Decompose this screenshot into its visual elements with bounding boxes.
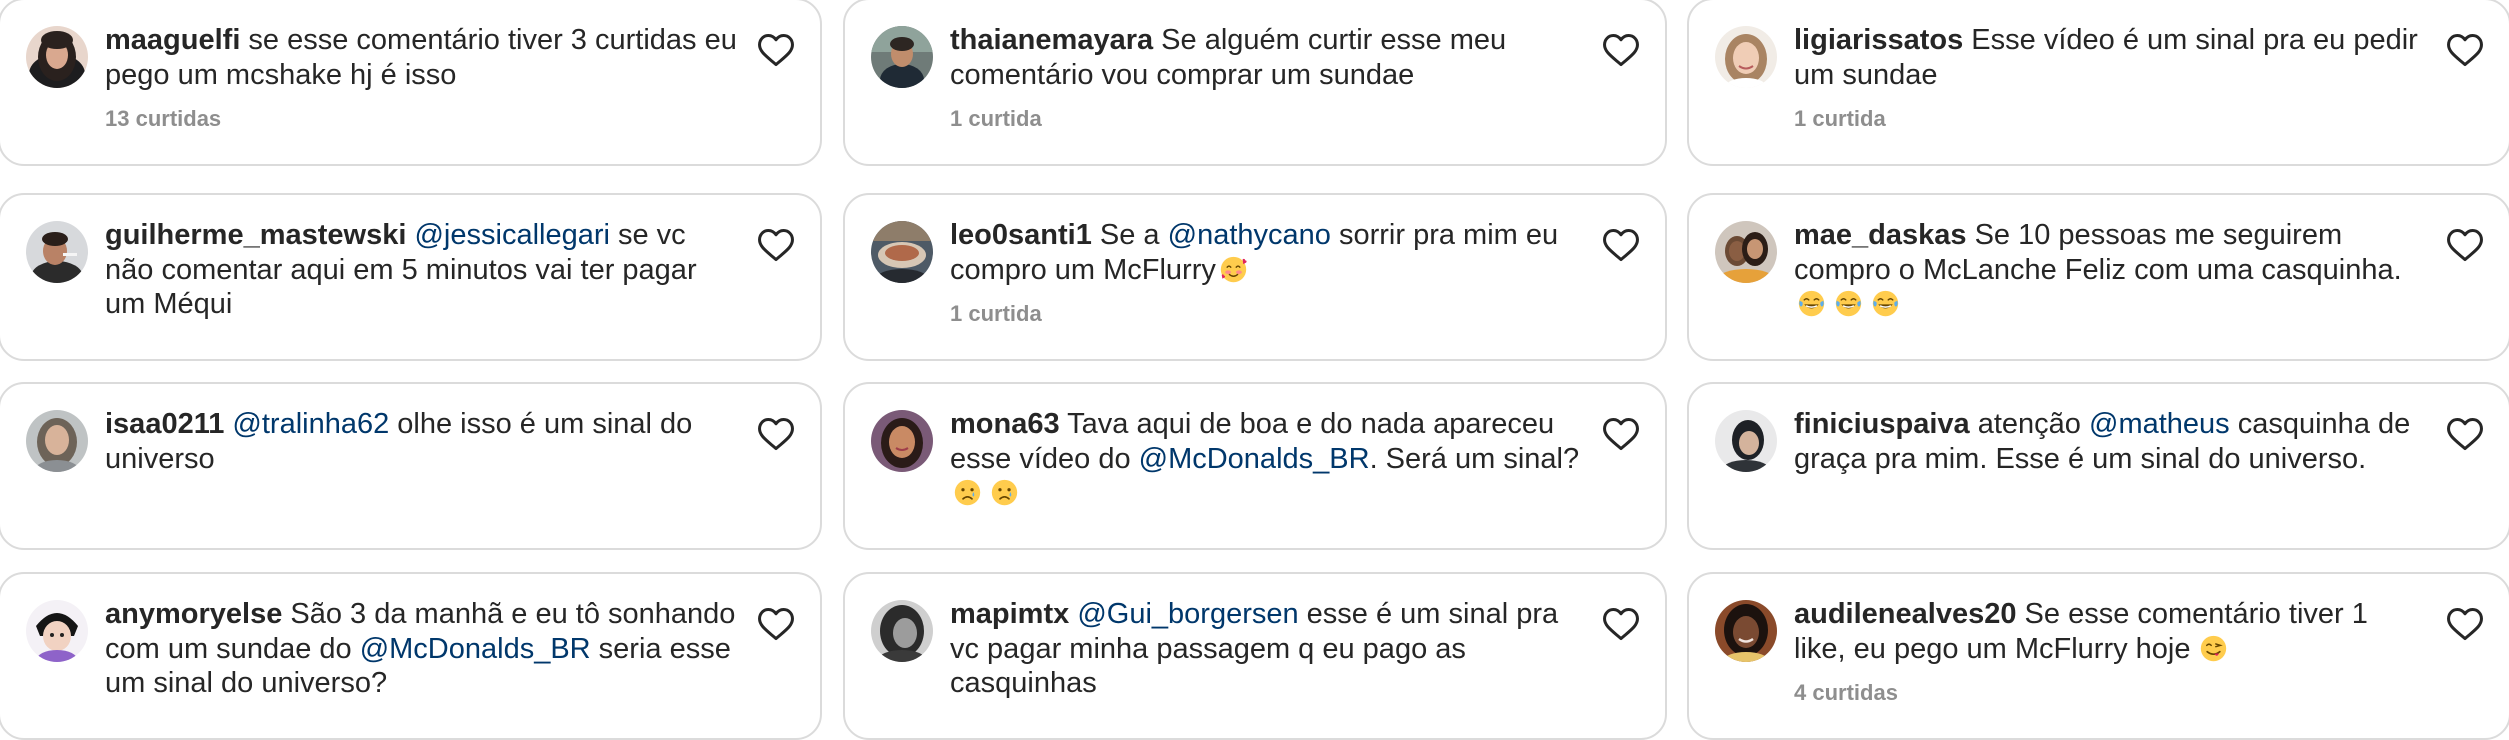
- comment-card: audilenealves20 Se esse comentário tiver…: [1687, 572, 2509, 740]
- comment-username[interactable]: audilenealves20: [1794, 598, 2016, 630]
- comment-card: mapimtx @Gui_borgersen esse é um sinal p…: [843, 572, 1667, 740]
- comment-text: guilherme_mastewski @jessicallegari se v…: [105, 218, 738, 322]
- comment-username[interactable]: ligiarissatos: [1794, 24, 1963, 56]
- smiling-face-with-hearts-icon: [1219, 255, 1248, 284]
- like-heart-icon[interactable]: [2445, 604, 2485, 642]
- crying-face-icon: [953, 478, 982, 507]
- face-with-tears-of-joy-icon: [1871, 289, 1900, 318]
- comment-text: maaguelfi se esse comentário tiver 3 cur…: [105, 23, 738, 92]
- comment-likes-count[interactable]: 1 curtida: [950, 106, 1583, 132]
- face-savoring-food-icon: [2199, 634, 2228, 663]
- comment-body-before: Se a: [1091, 219, 1168, 251]
- comment-likes-count[interactable]: 4 curtidas: [1794, 680, 2427, 706]
- comment-card: guilherme_mastewski @jessicallegari se v…: [0, 193, 822, 361]
- comment-text: audilenealves20 Se esse comentário tiver…: [1794, 597, 2427, 666]
- comment-body-before: atenção: [1969, 408, 2089, 440]
- comment-card: mae_daskas Se 10 pessoas me seguirem com…: [1687, 193, 2509, 361]
- like-heart-icon[interactable]: [2445, 30, 2485, 68]
- comment-text: anymoryelse São 3 da manhã e eu tô sonha…: [105, 597, 738, 701]
- like-heart-icon[interactable]: [756, 414, 796, 452]
- comment-body: . Será um sinal?: [1369, 442, 1580, 475]
- crying-face-icon: [990, 478, 1019, 507]
- avatar[interactable]: [26, 26, 88, 88]
- comment-text: leo0santi1 Se a @nathycano sorrir pra mi…: [950, 218, 1583, 287]
- face-with-tears-of-joy-icon: [1797, 289, 1826, 318]
- avatar[interactable]: [871, 600, 933, 662]
- like-heart-icon[interactable]: [1601, 604, 1641, 642]
- comment-text: mona63 Tava aqui de boa e do nada aparec…: [950, 407, 1583, 511]
- comment-username[interactable]: mona63: [950, 408, 1060, 440]
- avatar[interactable]: [871, 221, 933, 283]
- avatar[interactable]: [26, 410, 88, 472]
- comment-text: isaa0211 @tralinha62 olhe isso é um sina…: [105, 407, 738, 476]
- avatar[interactable]: [1715, 600, 1777, 662]
- comment-card: anymoryelse São 3 da manhã e eu tô sonha…: [0, 572, 822, 740]
- comment-likes-count[interactable]: 1 curtida: [950, 301, 1583, 327]
- comment-text: mae_daskas Se 10 pessoas me seguirem com…: [1794, 218, 2427, 322]
- comment-mention[interactable]: @Gui_borgersen: [1077, 598, 1298, 630]
- comment-mention[interactable]: @jessicallegari: [414, 219, 609, 251]
- comment-card: finiciuspaiva atenção @matheus casquinha…: [1687, 382, 2509, 550]
- comment-username[interactable]: finiciuspaiva: [1794, 408, 1970, 440]
- comment-text: finiciuspaiva atenção @matheus casquinha…: [1794, 407, 2427, 476]
- like-heart-icon[interactable]: [1601, 30, 1641, 68]
- comment-card: mona63 Tava aqui de boa e do nada aparec…: [843, 382, 1667, 550]
- comment-mention[interactable]: @matheus: [2089, 408, 2230, 440]
- avatar[interactable]: [871, 26, 933, 88]
- like-heart-icon[interactable]: [2445, 414, 2485, 452]
- comment-text: thaianemayara Se alguém curtir esse meu …: [950, 23, 1583, 92]
- comment-username[interactable]: leo0santi1: [950, 219, 1092, 251]
- like-heart-icon[interactable]: [1601, 225, 1641, 263]
- comment-text: ligiarissatos Esse vídeo é um sinal pra …: [1794, 23, 2427, 92]
- like-heart-icon[interactable]: [1601, 414, 1641, 452]
- like-heart-icon[interactable]: [756, 225, 796, 263]
- comment-likes-count[interactable]: 1 curtida: [1794, 106, 2427, 132]
- like-heart-icon[interactable]: [2445, 225, 2485, 263]
- comment-username[interactable]: mapimtx: [950, 598, 1069, 630]
- comment-username[interactable]: thaianemayara: [950, 24, 1153, 56]
- comment-card: maaguelfi se esse comentário tiver 3 cur…: [0, 0, 822, 166]
- comment-username[interactable]: anymoryelse: [105, 598, 282, 630]
- comment-username[interactable]: isaa0211: [105, 408, 224, 440]
- avatar[interactable]: [1715, 26, 1777, 88]
- comment-card: leo0santi1 Se a @nathycano sorrir pra mi…: [843, 193, 1667, 361]
- avatar[interactable]: [26, 600, 88, 662]
- avatar[interactable]: [1715, 410, 1777, 472]
- comment-username[interactable]: mae_daskas: [1794, 219, 1967, 251]
- comment-card: ligiarissatos Esse vídeo é um sinal pra …: [1687, 0, 2509, 166]
- comment-mention[interactable]: @McDonalds_BR: [1139, 443, 1370, 475]
- comment-mention[interactable]: @McDonalds_BR: [360, 633, 591, 665]
- avatar[interactable]: [1715, 221, 1777, 283]
- avatar[interactable]: [871, 410, 933, 472]
- like-heart-icon[interactable]: [756, 604, 796, 642]
- comment-text: mapimtx @Gui_borgersen esse é um sinal p…: [950, 597, 1583, 701]
- comment-mention[interactable]: @tralinha62: [232, 408, 389, 440]
- comment-mention[interactable]: @nathycano: [1168, 219, 1331, 251]
- comment-username[interactable]: maaguelfi: [105, 24, 240, 56]
- face-with-tears-of-joy-icon: [1834, 289, 1863, 318]
- comment-card: isaa0211 @tralinha62 olhe isso é um sina…: [0, 382, 822, 550]
- avatar[interactable]: [26, 221, 88, 283]
- comment-likes-count[interactable]: 13 curtidas: [105, 106, 738, 132]
- comment-card: thaianemayara Se alguém curtir esse meu …: [843, 0, 1667, 166]
- comment-username[interactable]: guilherme_mastewski: [105, 219, 406, 251]
- like-heart-icon[interactable]: [756, 30, 796, 68]
